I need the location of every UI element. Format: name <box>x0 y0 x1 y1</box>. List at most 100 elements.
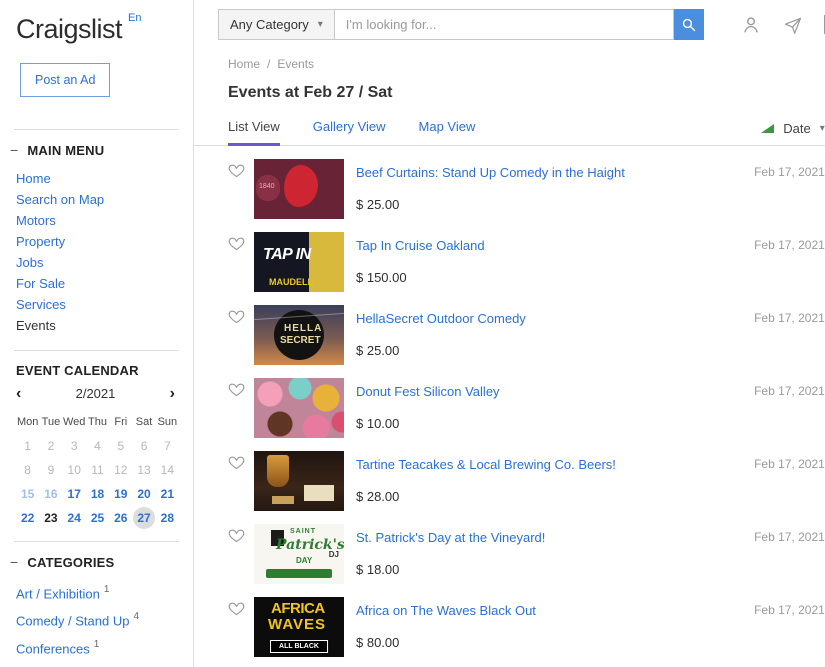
event-thumbnail[interactable]: SAINT Patrick's DAY DJ <box>254 524 344 584</box>
calendar-prev-button[interactable]: ‹ <box>16 385 21 401</box>
calendar-day-24[interactable]: 24 <box>63 507 86 529</box>
thumbnail-text: SECRET <box>280 335 321 346</box>
calendar-day-3[interactable]: 3 <box>63 435 86 457</box>
calendar-day-19[interactable]: 19 <box>109 483 132 505</box>
calendar-day-5[interactable]: 5 <box>109 435 132 457</box>
calendar-day-8[interactable]: 8 <box>16 459 39 481</box>
sidebar-item-property[interactable]: Property <box>16 231 179 252</box>
calendar-day-21[interactable]: 21 <box>156 483 179 505</box>
favorite-heart-icon[interactable] <box>228 454 246 476</box>
sort-ascending-icon <box>761 124 775 133</box>
event-info: Beef Curtains: Stand Up Comedy in the Ha… <box>356 159 625 212</box>
calendar-day-25[interactable]: 25 <box>86 507 109 529</box>
main-menu-title: MAIN MENU <box>27 142 105 158</box>
sidebar-item-jobs[interactable]: Jobs <box>16 252 179 273</box>
event-thumbnail[interactable]: 1840 <box>254 159 344 219</box>
calendar-day-16[interactable]: 16 <box>39 483 62 505</box>
calendar-grid: Mon Tue Wed Thu Fri Sat Sun 1 2 3 4 5 6 7 8 9 10 11 12 13 14… <box>16 411 179 529</box>
categories-list: Art / Exhibition 1 Comedy / Stand Up 4 Confe… <box>16 576 179 667</box>
categories-header[interactable]: − CATEGORIES <box>10 554 179 570</box>
collapse-icon[interactable]: − <box>10 554 18 570</box>
favorite-heart-icon[interactable] <box>228 235 246 257</box>
favorite-heart-icon[interactable] <box>228 600 246 622</box>
category-conferences[interactable]: Conferences 1 <box>16 635 179 662</box>
category-label[interactable]: Comedy / Stand Up <box>16 614 129 629</box>
calendar-day-26[interactable]: 26 <box>109 507 132 529</box>
sidebar-item-events[interactable]: Events <box>16 315 179 336</box>
sidebar-item-search-on-map[interactable]: Search on Map <box>16 189 179 210</box>
calendar-day-10[interactable]: 10 <box>63 459 86 481</box>
event-thumbnail[interactable] <box>254 378 344 438</box>
calendar-day-17[interactable]: 17 <box>63 483 86 505</box>
calendar-day-22[interactable]: 22 <box>16 507 39 529</box>
event-title-link[interactable]: Africa on The Waves Black Out <box>356 603 536 618</box>
category-label[interactable]: Art / Exhibition <box>16 586 100 601</box>
category-label[interactable]: Conferences <box>16 641 90 656</box>
calendar-day-4[interactable]: 4 <box>86 435 109 457</box>
calendar-day-18[interactable]: 18 <box>86 483 109 505</box>
calendar-day-9[interactable]: 9 <box>39 459 62 481</box>
event-thumbnail[interactable]: TAP IN MAUDELL <box>254 232 344 292</box>
calendar-day-1[interactable]: 1 <box>16 435 39 457</box>
post-ad-button[interactable]: Post an Ad <box>20 63 111 97</box>
breadcrumb-home[interactable]: Home <box>228 57 260 71</box>
calendar-day-13[interactable]: 13 <box>132 459 155 481</box>
calendar-day-12[interactable]: 12 <box>109 459 132 481</box>
search-button[interactable] <box>673 9 704 40</box>
calendar-day-6[interactable]: 6 <box>132 435 155 457</box>
favorite-heart-icon[interactable] <box>228 162 246 184</box>
event-title-link[interactable]: Tap In Cruise Oakland <box>356 238 485 253</box>
sidebar-item-services[interactable]: Services <box>16 294 179 315</box>
event-thumbnail[interactable]: HELLA SECRET <box>254 305 344 365</box>
event-price: $ 150.00 <box>356 270 407 285</box>
event-row: HELLA SECRET HellaSecret Outdoor Comedy $… <box>194 292 825 365</box>
event-title-link[interactable]: HellaSecret Outdoor Comedy <box>356 311 526 326</box>
main-content: Any Category ▾ I'm looking for... Home /… <box>194 0 825 667</box>
favorite-heart-icon[interactable] <box>228 527 246 549</box>
event-title-link[interactable]: Beef Curtains: Stand Up Comedy in the Ha… <box>356 165 625 180</box>
calendar-day-header: Fri <box>114 416 128 428</box>
event-info: St. Patrick's Day at the Vineyard! $ 18.… <box>356 524 545 577</box>
calendar-next-button[interactable]: › <box>170 385 175 401</box>
event-title-link[interactable]: Donut Fest Silicon Valley <box>356 384 500 399</box>
sidebar-item-motors[interactable]: Motors <box>16 210 179 231</box>
calendar-day-27[interactable]: 27 <box>133 507 156 529</box>
tabs-row: List View Gallery View Map View Date ▾ <box>194 119 825 146</box>
favorite-heart-icon[interactable] <box>228 381 246 403</box>
calendar-day-11[interactable]: 11 <box>86 459 109 481</box>
calendar-day-23[interactable]: 23 <box>39 507 62 529</box>
calendar-day-20[interactable]: 20 <box>132 483 155 505</box>
event-title-link[interactable]: St. Patrick's Day at the Vineyard! <box>356 530 545 545</box>
sort-control[interactable]: Date ▾ <box>761 121 825 145</box>
send-icon[interactable] <box>783 15 803 35</box>
calendar-day-2[interactable]: 2 <box>39 435 62 457</box>
tab-map-view[interactable]: Map View <box>419 119 476 145</box>
sidebar-item-home[interactable]: Home <box>16 168 179 189</box>
collapse-icon[interactable]: − <box>10 142 18 158</box>
calendar-day-28[interactable]: 28 <box>156 507 179 529</box>
calendar-day-14[interactable]: 14 <box>156 459 179 481</box>
search-input[interactable] <box>334 9 674 40</box>
language-selector[interactable]: En <box>128 12 141 24</box>
sidebar-item-for-sale[interactable]: For Sale <box>16 273 179 294</box>
thumbnail-text: TAP IN <box>263 246 311 263</box>
page-title: Events at Feb 27 / Sat <box>228 84 393 101</box>
user-icon[interactable] <box>740 14 762 36</box>
event-thumbnail[interactable]: AFRICA WAVES ALL BLACK <box>254 597 344 657</box>
favorite-heart-icon[interactable] <box>228 308 246 330</box>
category-comedy-stand-up[interactable]: Comedy / Stand Up 4 <box>16 607 179 634</box>
breadcrumb-events[interactable]: Events <box>277 57 314 71</box>
category-dance[interactable]: Dance2 <box>16 662 179 667</box>
category-art-exhibition[interactable]: Art / Exhibition 1 <box>16 580 179 607</box>
event-calendar-header: EVENT CALENDAR <box>16 363 179 378</box>
tab-list-view[interactable]: List View <box>228 119 280 146</box>
calendar-day-15[interactable]: 15 <box>16 483 39 505</box>
event-thumbnail[interactable] <box>254 451 344 511</box>
calendar-day-7[interactable]: 7 <box>156 435 179 457</box>
brand-logo[interactable]: Craigslist <box>16 14 123 44</box>
event-title-link[interactable]: Tartine Teacakes & Local Brewing Co. Bee… <box>356 457 616 472</box>
tab-gallery-view[interactable]: Gallery View <box>313 119 386 145</box>
main-menu-header[interactable]: − MAIN MENU <box>10 142 179 158</box>
category-dropdown[interactable]: Any Category ▾ <box>218 9 335 40</box>
event-row: AFRICA WAVES ALL BLACK Africa on The Waves… <box>194 584 825 657</box>
